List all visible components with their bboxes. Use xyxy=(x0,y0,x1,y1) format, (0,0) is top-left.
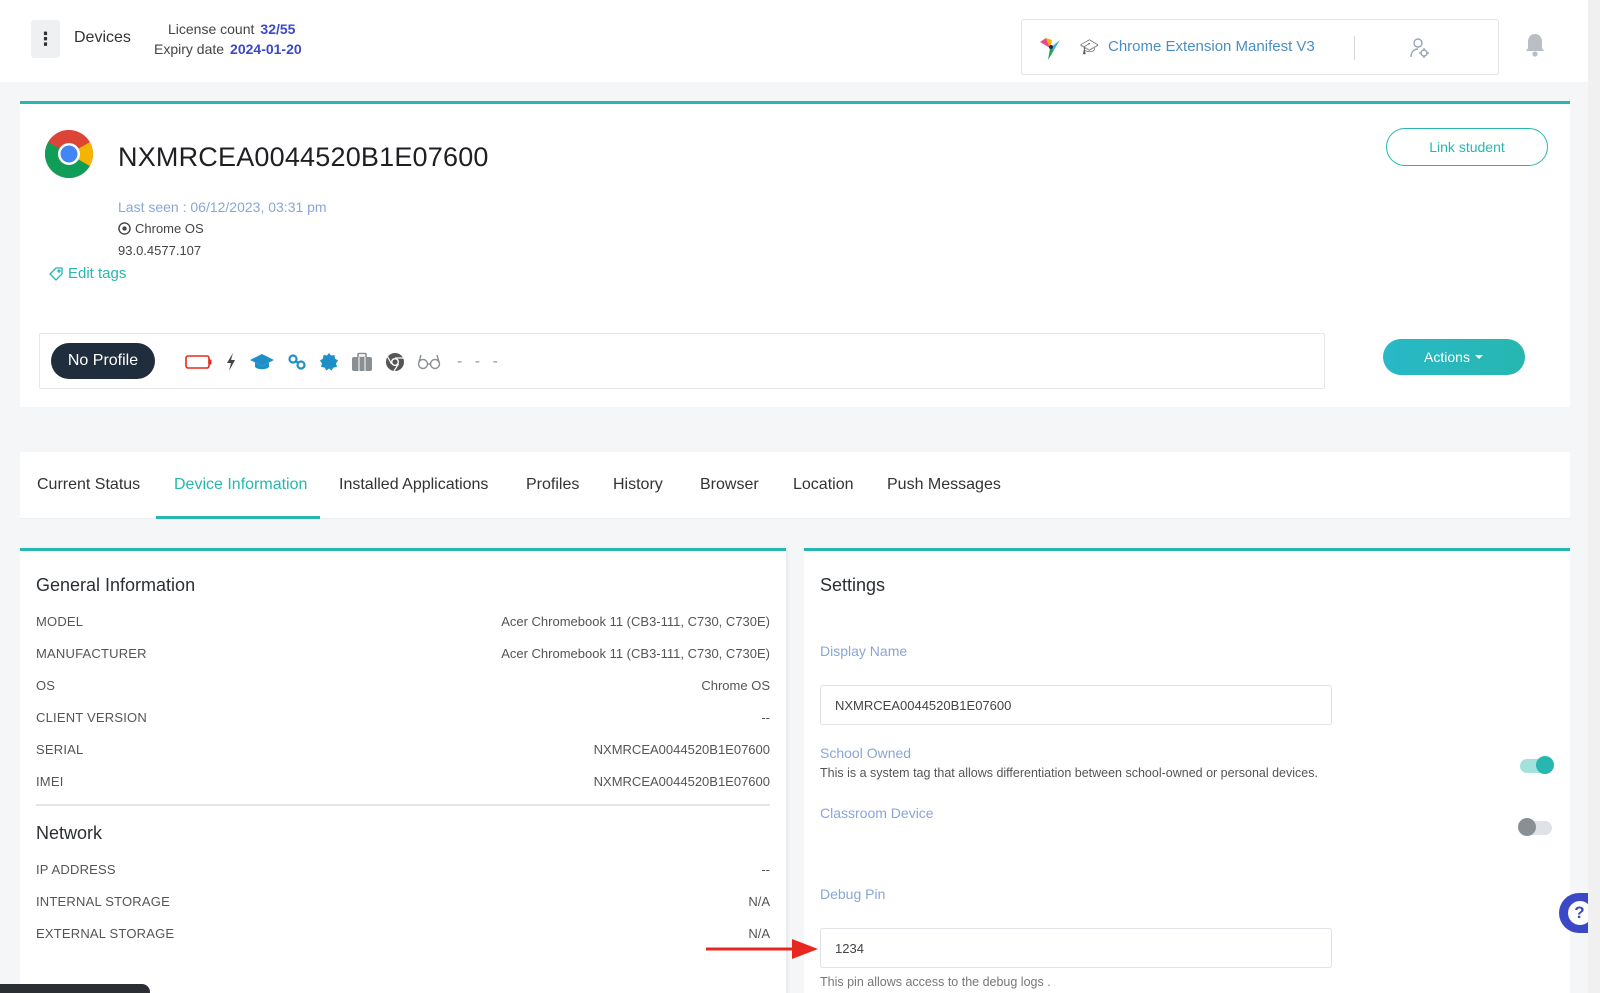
debug-pin-help: This pin allows access to the debug logs… xyxy=(820,975,1051,989)
info-row-manufacturer: MANUFACTURER Acer Chromebook 11 (CB3-111,… xyxy=(36,646,770,661)
settings-title: Settings xyxy=(820,575,886,595)
school-owned-help: This is a system tag that allows differe… xyxy=(820,766,1318,780)
general-information-title: General Information xyxy=(36,575,196,595)
chrome-os-icon xyxy=(118,222,131,235)
section-divider xyxy=(36,804,770,806)
lightning-icon xyxy=(227,353,235,371)
edit-tags-link[interactable]: Edit tags xyxy=(48,265,126,282)
page-title: Devices xyxy=(74,29,131,46)
info-row-ip-address: IP ADDRESS -- xyxy=(36,862,770,877)
network-title: Network xyxy=(36,823,103,843)
status-placeholder: - - - xyxy=(457,353,502,370)
divider xyxy=(1354,36,1355,60)
tab-installed-applications[interactable]: Installed Applications xyxy=(339,476,488,494)
graduation-cap-icon: 🎓︎ xyxy=(1080,39,1100,56)
debug-pin-label: Debug Pin xyxy=(820,886,886,902)
briefcase-icon xyxy=(352,352,372,371)
tag-icon xyxy=(49,266,63,281)
info-row-external-storage: EXTERNAL STORAGE N/A xyxy=(36,926,770,941)
tab-browser[interactable]: Browser xyxy=(700,476,759,494)
debug-pin-input[interactable]: 1234 xyxy=(820,928,1332,968)
os-line: Chrome OS xyxy=(118,221,204,236)
tab-device-information[interactable]: Device Information xyxy=(174,476,307,494)
profile-badge[interactable]: No Profile xyxy=(51,343,155,379)
link-icon xyxy=(288,354,306,370)
battery-icon xyxy=(185,355,212,369)
classroom-device-toggle[interactable] xyxy=(1518,818,1552,836)
os-version: 93.0.4577.107 xyxy=(118,243,202,258)
link-student-button[interactable]: Link student xyxy=(1386,128,1548,166)
profile-status-bar: No Profile - - - xyxy=(39,333,1325,389)
tab-push-messages[interactable]: Push Messages xyxy=(887,476,1001,494)
display-name-input[interactable]: NXMRCEA0044520B1E07600 xyxy=(820,685,1332,725)
last-seen: Last seen : 06/12/2023, 03:31 pm xyxy=(118,199,327,215)
actions-dropdown-button[interactable]: Actions xyxy=(1383,339,1525,375)
org-selector[interactable]: 🎓︎ Chrome Extension Manifest V3 xyxy=(1021,19,1499,75)
info-row-internal-storage: INTERNAL STORAGE N/A xyxy=(36,894,770,909)
device-header-card: NXMRCEA0044520B1E07600 Last seen : 06/12… xyxy=(20,101,1570,407)
display-name-label: Display Name xyxy=(820,643,908,659)
glasses-icon xyxy=(417,354,441,370)
device-name: NXMRCEA0044520B1E07600 xyxy=(118,142,489,172)
info-row-serial: SERIAL NXMRCEA0044520B1E07600 xyxy=(36,742,770,757)
info-row-imei: IMEI NXMRCEA0044520B1E07600 xyxy=(36,774,770,789)
chrome-logo-icon xyxy=(44,130,94,179)
user-settings-icon[interactable] xyxy=(1408,36,1432,60)
org-name: Chrome Extension Manifest V3 xyxy=(1108,38,1315,55)
page-scrollbar[interactable] xyxy=(1588,0,1600,993)
classroom-device-label: Classroom Device xyxy=(820,805,934,821)
caret-down-icon xyxy=(1474,355,1483,359)
more-menu-button[interactable]: ⋮ xyxy=(31,20,60,58)
school-owned-toggle[interactable] xyxy=(1520,756,1554,774)
tab-profiles[interactable]: Profiles xyxy=(526,476,579,494)
info-row-os: OS Chrome OS xyxy=(36,678,770,693)
tab-current-status[interactable]: Current Status xyxy=(37,476,140,494)
active-tab-indicator xyxy=(156,516,320,519)
tab-location[interactable]: Location xyxy=(793,476,854,494)
chrome-icon xyxy=(386,353,404,372)
annotation-arrow-icon xyxy=(706,939,818,959)
more-vertical-icon: ⋮ xyxy=(36,29,55,49)
general-information-panel: General Information MODEL Acer Chromebook… xyxy=(20,548,786,993)
tab-history[interactable]: History xyxy=(613,476,663,494)
top-bar: ⋮ Devices License count 32/55 Expiry date… xyxy=(0,0,1600,82)
badge-icon xyxy=(320,353,338,371)
info-row-model: MODEL Acer Chromebook 11 (CB3-111, C730, … xyxy=(36,614,770,629)
license-count: License count 32/55 xyxy=(168,21,296,37)
school-owned-label: School Owned xyxy=(820,745,912,761)
info-row-client-version: CLIENT VERSION -- xyxy=(36,710,770,725)
status-icons: - - - xyxy=(185,348,502,376)
device-tabs: Current Status Device Information Instal… xyxy=(20,452,1570,519)
bottom-toast-edge xyxy=(0,984,150,993)
graduation-cap-icon xyxy=(250,354,274,370)
expiry-date: Expiry date 2024-01-20 xyxy=(154,41,302,57)
hummingbird-logo-icon xyxy=(1040,38,1060,60)
settings-panel: Settings Display Name NXMRCEA0044520B1E0… xyxy=(804,548,1570,993)
notification-bell-icon[interactable] xyxy=(1524,32,1546,58)
